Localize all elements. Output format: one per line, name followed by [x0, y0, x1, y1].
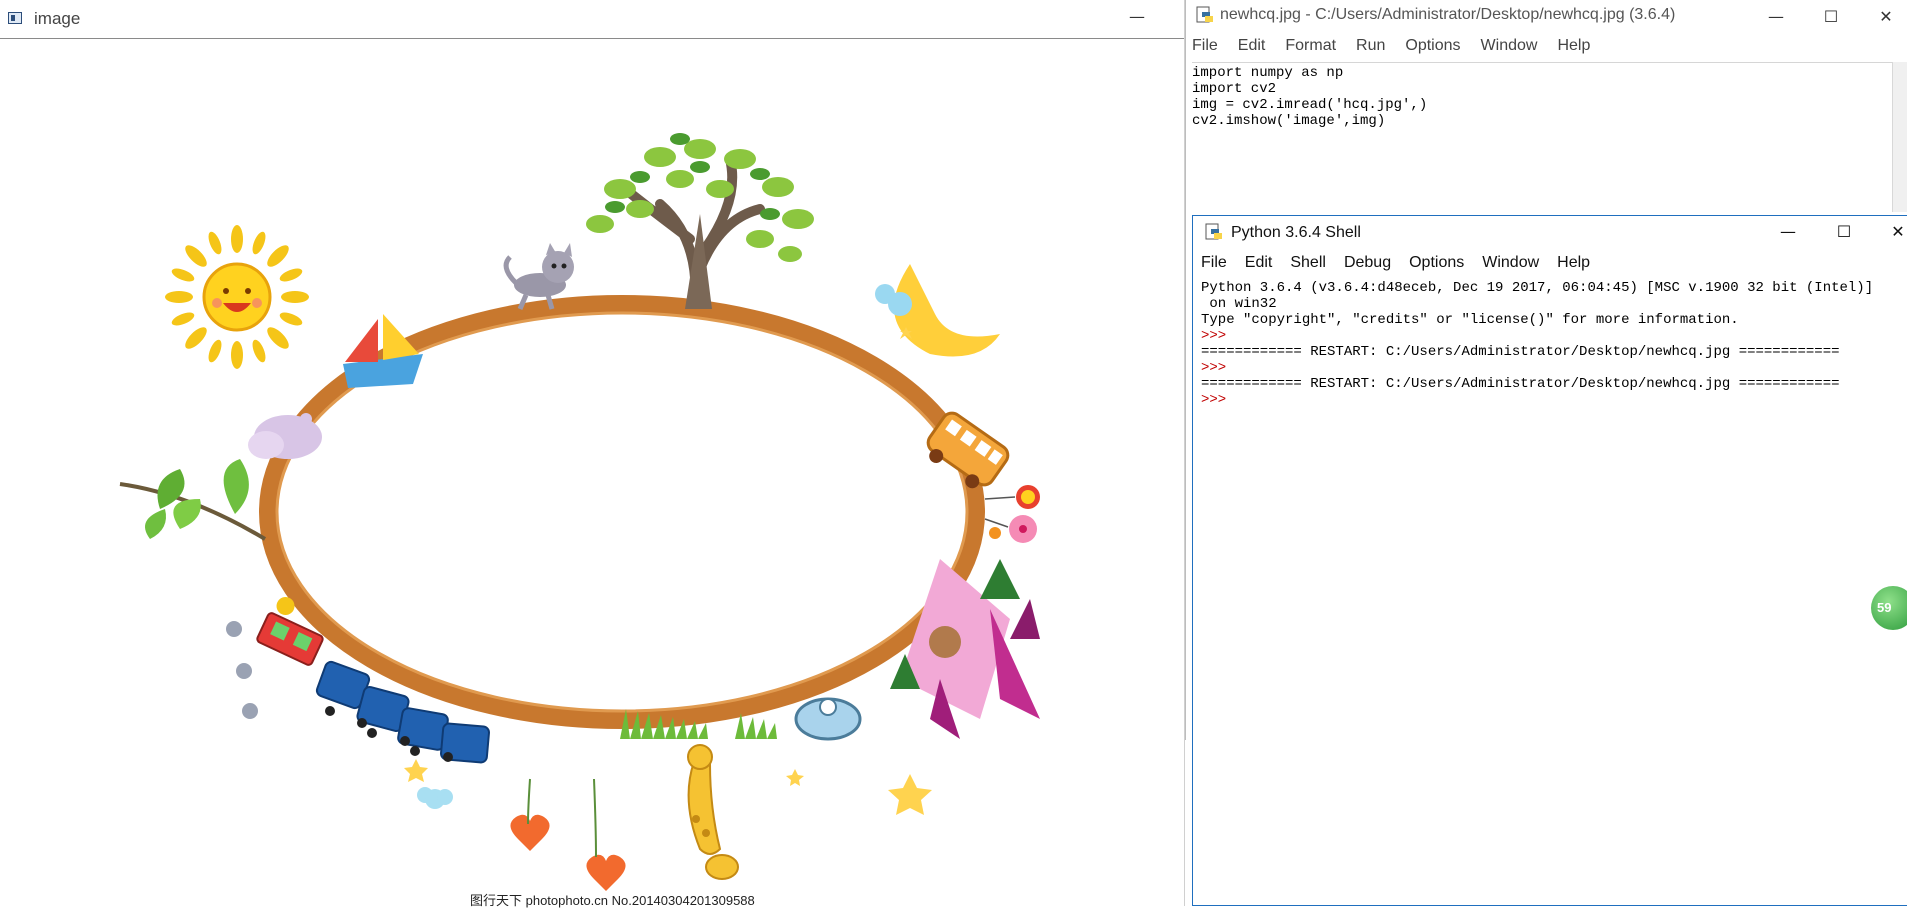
restart-line: ============ RESTART: C:/Users/Administr… [1201, 376, 1840, 392]
menu-run[interactable]: Run [1356, 37, 1385, 55]
code-editor-area[interactable]: import numpy as np import cv2 img = cv2.im… [1192, 62, 1892, 213]
leaves-illustration [119, 459, 267, 541]
sun-illustration [165, 225, 309, 369]
python-icon [1205, 223, 1222, 240]
menu-shell[interactable]: Shell [1290, 254, 1326, 272]
editor-scrollbar[interactable] [1892, 62, 1907, 212]
hearts-illustration [510, 778, 626, 891]
tree-illustration [586, 133, 814, 309]
code-line: import numpy as np [1192, 65, 1344, 81]
menu-window[interactable]: Window [1481, 37, 1538, 55]
moon-illustration [875, 264, 1000, 357]
image-window-titlebar[interactable]: image — [0, 0, 1184, 39]
displayed-image [119, 133, 1040, 891]
hippo-illustration [248, 413, 322, 459]
shell-titlebar[interactable]: Python 3.6.4 Shell — ☐ ✕ [1193, 216, 1907, 248]
maximize-button[interactable]: ☐ [1829, 221, 1859, 243]
editor-title: newhcq.jpg - C:/Users/Administrator/Desk… [1220, 6, 1676, 23]
menu-edit[interactable]: Edit [1238, 37, 1266, 55]
image-window-title: image [34, 9, 81, 28]
code-line: img = cv2.imread('hcq.jpg',) [1192, 97, 1428, 113]
flowers-illustration [226, 621, 258, 719]
menu-debug[interactable]: Debug [1344, 254, 1391, 272]
minimize-button[interactable]: — [1122, 6, 1152, 28]
menu-help[interactable]: Help [1557, 37, 1590, 55]
menu-window[interactable]: Window [1482, 254, 1539, 272]
shell-prompt: >>> [1201, 328, 1227, 344]
menu-file[interactable]: File [1192, 37, 1218, 55]
menu-file[interactable]: File [1201, 254, 1227, 272]
shell-banner-line: Type "copyright", "credits" or "license(… [1201, 312, 1739, 328]
image-window: image — 图行天下 photophoto.cn No.2014030420… [0, 0, 1185, 908]
menu-options[interactable]: Options [1405, 37, 1460, 55]
shell-banner-line: on win32 [1201, 296, 1277, 312]
shell-output-area[interactable]: Python 3.6.4 (v3.6.4:d48eceb, Dec 19 201… [1201, 280, 1901, 900]
giraffe-illustration [687, 744, 739, 880]
shell-menubar: File Edit Shell Debug Options Window Hel… [1193, 248, 1907, 278]
balloons-illustration [984, 485, 1040, 543]
shell-window: Python 3.6.4 Shell — ☐ ✕ File Edit Shell… [1192, 215, 1907, 906]
cloud-illustration [417, 787, 453, 809]
menu-format[interactable]: Format [1285, 37, 1336, 55]
car-illustration [794, 697, 862, 741]
python-icon [1196, 6, 1213, 23]
shell-banner-line: Python 3.6.4 (v3.6.4:d48eceb, Dec 19 201… [1201, 280, 1874, 296]
menu-edit[interactable]: Edit [1245, 254, 1273, 272]
window-app-icon [8, 12, 22, 24]
boat-illustration [343, 314, 423, 388]
stars-illustration [404, 759, 932, 815]
maximize-button[interactable]: ☐ [1816, 6, 1846, 28]
menu-help[interactable]: Help [1557, 254, 1590, 272]
editor-menubar: File Edit Format Run Options Window Help [1186, 30, 1907, 62]
code-line: import cv2 [1192, 81, 1277, 97]
close-button[interactable]: ✕ [1883, 221, 1907, 243]
restart-line: ============ RESTART: C:/Users/Administr… [1201, 344, 1840, 360]
minimize-button[interactable]: — [1761, 6, 1791, 28]
shell-title: Python 3.6.4 Shell [1231, 224, 1361, 241]
menu-options[interactable]: Options [1409, 254, 1464, 272]
code-line: cv2.imshow('image',img) [1192, 113, 1386, 129]
shell-prompt: >>> [1201, 360, 1227, 376]
image-watermark-caption: 图行天下 photophoto.cn No.20140304201309588 [470, 893, 755, 908]
floating-badge[interactable]: 59 [1871, 586, 1907, 630]
close-button[interactable]: ✕ [1871, 6, 1901, 28]
shell-prompt: >>> [1201, 392, 1227, 408]
editor-titlebar[interactable]: newhcq.jpg - C:/Users/Administrator/Desk… [1186, 0, 1907, 30]
minimize-button[interactable]: — [1773, 221, 1803, 243]
